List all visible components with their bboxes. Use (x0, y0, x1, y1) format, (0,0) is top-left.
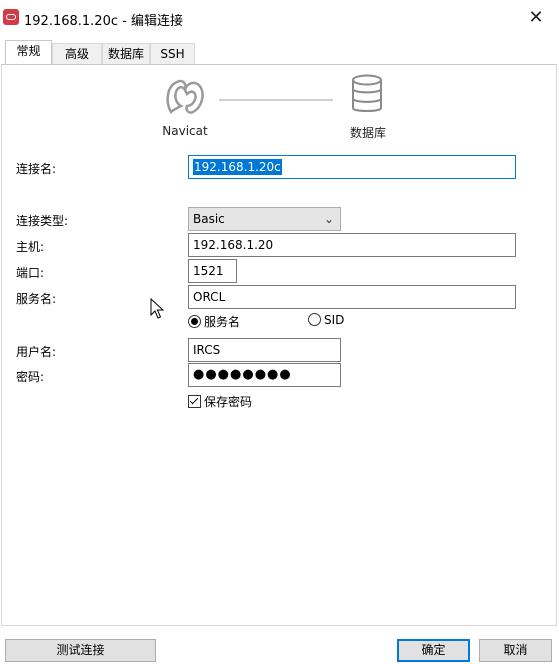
radio-sid[interactable]: SID (308, 313, 344, 329)
connection-name-selected-text: 192.168.1.20c (193, 159, 282, 175)
port-input[interactable]: 1521 (188, 259, 237, 283)
save-password-checkbox[interactable]: 保存密码 (188, 393, 252, 409)
connection-name-label: 连接名: (16, 162, 57, 176)
cancel-button[interactable]: 取消 (479, 639, 552, 662)
password-input[interactable]: ●●●●●●●● (188, 363, 341, 387)
radio-checked-icon (188, 315, 201, 328)
tab-advanced[interactable]: 高级 (52, 43, 102, 64)
connection-type-value: Basic (193, 212, 225, 226)
tab-general[interactable]: 常规 (5, 40, 52, 65)
mouse-cursor-icon (150, 298, 164, 319)
tab-ssh[interactable]: SSH (150, 43, 195, 64)
host-input[interactable]: 192.168.1.20 (188, 233, 516, 257)
host-label: 主机: (16, 240, 45, 254)
title-bar: 192.168.1.20c - 编辑连接 ✕ (0, 0, 559, 36)
window-title: 192.168.1.20c - 编辑连接 (24, 14, 183, 29)
radio-unchecked-icon (308, 313, 321, 326)
username-label: 用户名: (16, 345, 57, 359)
connection-name-input[interactable]: 192.168.1.20c (188, 155, 516, 179)
ok-button[interactable]: 确定 (397, 639, 470, 662)
database-label: 数据库 (349, 126, 386, 140)
checkbox-checked-icon (188, 395, 201, 408)
save-password-label: 保存密码 (204, 395, 253, 409)
navicat-logo-icon (166, 79, 204, 115)
tab-database[interactable]: 数据库 (102, 43, 150, 64)
navicat-label: Navicat (162, 124, 208, 138)
connection-type-select[interactable]: Basic ⌄ (188, 207, 341, 231)
tab-strip: 常规 高级 数据库 SSH (0, 40, 559, 65)
radio-service-name-label: 服务名 (204, 315, 241, 329)
port-label: 端口: (16, 266, 45, 280)
username-input[interactable]: IRCS (188, 338, 341, 362)
chevron-down-icon: ⌄ (323, 212, 334, 226)
close-icon[interactable]: ✕ (522, 6, 550, 30)
service-name-input[interactable]: ORCL (188, 285, 516, 309)
app-icon (3, 9, 19, 25)
radio-sid-label: SID (324, 313, 345, 327)
service-name-label: 服务名: (16, 292, 57, 306)
radio-service-name[interactable]: 服务名 (188, 313, 240, 329)
connector-line (219, 99, 333, 101)
password-label: 密码: (16, 370, 45, 384)
test-connection-button[interactable]: 测试连接 (5, 639, 156, 662)
database-icon (352, 74, 382, 112)
connection-type-label: 连接类型: (16, 214, 69, 228)
